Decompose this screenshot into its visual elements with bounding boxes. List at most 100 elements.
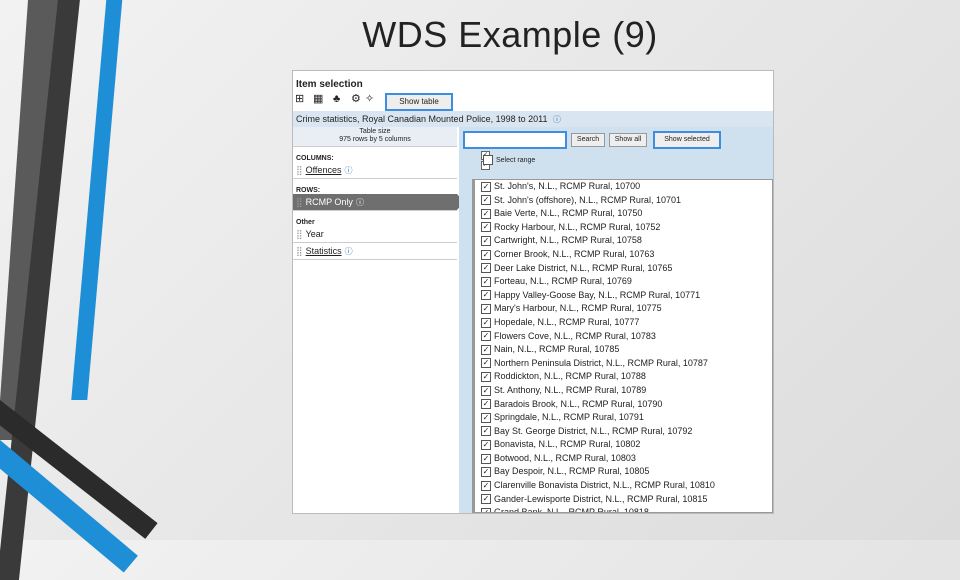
list-item[interactable]: ✓ Rocky Harbour, N.L., RCMP Rural, 10752 xyxy=(473,221,772,235)
checkbox[interactable]: ✓ xyxy=(481,467,491,478)
checkbox[interactable]: ✓ xyxy=(481,208,491,219)
star-icon[interactable]: ✧ xyxy=(365,93,377,105)
dimension-rcmp-only[interactable]: ⣿ RCMP Only ⓘ xyxy=(293,194,464,211)
checkbox[interactable]: ✓ xyxy=(481,290,491,301)
checkbox[interactable]: ✓ xyxy=(481,412,491,423)
dimension-panel: Table size 975 rows by 5 columns COLUMNS… xyxy=(293,127,464,513)
drag-handle-icon[interactable]: ⣿ xyxy=(296,197,303,207)
checkbox[interactable]: ✓ xyxy=(481,303,491,314)
decor-stripe xyxy=(71,0,124,400)
checkbox[interactable]: ✓ xyxy=(481,480,491,491)
checkbox[interactable]: ✓ xyxy=(481,507,491,512)
list-item[interactable]: ✓ Nain, N.L., RCMP Rural, 10785 xyxy=(473,343,772,357)
settings-icon[interactable]: ⚙ xyxy=(351,93,363,105)
list-item[interactable]: ✓ Roddickton, N.L., RCMP Rural, 10788 xyxy=(473,370,772,384)
list-item[interactable]: ✓ Bay Despoir, N.L., RCMP Rural, 10805 xyxy=(473,465,772,479)
list-item-label: Gander-Lewisporte District, N.L., RCMP R… xyxy=(494,493,708,504)
wds-screenshot: Item selection ⊞ ▦ ♣ ⚙ ✧ Show table Crim… xyxy=(292,70,774,514)
list-item-label: Happy Valley-Goose Bay, N.L., RCMP Rural… xyxy=(494,289,701,300)
list-item-label: Baie Verte, N.L., RCMP Rural, 10750 xyxy=(494,208,643,219)
slide-title: WDS Example (9) xyxy=(362,14,658,55)
chart-icon[interactable]: ♣ xyxy=(333,93,345,105)
list-item[interactable]: ✓ Forteau, N.L., RCMP Rural, 10769 xyxy=(473,275,772,289)
list-item-label: Cartwright, N.L., RCMP Rural, 10758 xyxy=(494,235,642,246)
table-icon[interactable]: ▦ xyxy=(313,93,325,105)
list-item-label: Corner Brook, N.L., RCMP Rural, 10763 xyxy=(494,248,655,259)
drag-handle-icon[interactable]: ⣿ xyxy=(296,246,303,256)
list-item[interactable]: ✓ Flowers Cove, N.L., RCMP Rural, 10783 xyxy=(473,330,772,344)
dimension-statistics[interactable]: ⣿ Statistics ⓘ xyxy=(293,243,457,260)
checkbox[interactable]: ✓ xyxy=(481,439,491,450)
show-selected-button[interactable]: Show selected xyxy=(653,131,721,149)
list-item[interactable]: ✓ Happy Valley-Goose Bay, N.L., RCMP Rura… xyxy=(473,289,772,303)
search-button[interactable]: Search xyxy=(571,133,605,147)
show-table-button[interactable]: Show table xyxy=(385,93,453,111)
list-item[interactable]: ✓ Corner Brook, N.L., RCMP Rural, 10763 xyxy=(473,248,772,262)
list-item-label: Bonavista, N.L., RCMP Rural, 10802 xyxy=(494,439,641,450)
info-icon[interactable]: ⓘ xyxy=(553,115,561,124)
member-list[interactable]: ✓ St. John's, N.L., RCMP Rural, 10700 ✓ St.… xyxy=(472,179,773,513)
list-item[interactable]: ✓ Baie Verte, N.L., RCMP Rural, 10750 xyxy=(473,207,772,221)
list-item-label: Clarenville Bonavista District, N.L., RC… xyxy=(494,480,715,491)
checkbox[interactable]: ✓ xyxy=(481,195,491,206)
list-item[interactable]: ✓ Gander-Lewisporte District, N.L., RCMP … xyxy=(473,493,772,507)
list-item-label: Northern Peninsula District, N.L., RCMP … xyxy=(494,357,708,368)
checkbox[interactable]: ✓ xyxy=(481,236,491,246)
list-item[interactable]: ✓ Cartwright, N.L., RCMP Rural, 10758 xyxy=(473,234,772,248)
member-panel: Search Show all Show selected ✓ ✗ Select… xyxy=(459,127,773,513)
list-item[interactable]: ✓ Baradois Brook, N.L., RCMP Rural, 10790 xyxy=(473,398,772,412)
dimension-year[interactable]: ⣿ Year xyxy=(293,226,457,243)
tree-icon[interactable]: ⊞ xyxy=(295,93,307,105)
dimension-offences[interactable]: ⣿ Offences ⓘ xyxy=(293,162,457,179)
list-item-label: Roddickton, N.L., RCMP Rural, 10788 xyxy=(494,371,646,382)
checkbox[interactable] xyxy=(483,155,493,165)
list-item[interactable]: ✓ Bay St. George District, N.L., RCMP Rur… xyxy=(473,425,772,439)
dimension-label: Offences xyxy=(305,165,342,175)
list-item[interactable]: ✓ Grand Bank, N.L., RCMP Rural, 10818 xyxy=(473,506,772,513)
list-item-label: Springdale, N.L., RCMP Rural, 10791 xyxy=(494,412,644,423)
select-range[interactable]: Select range xyxy=(483,155,535,165)
info-icon[interactable]: ⓘ xyxy=(344,166,352,175)
list-item[interactable]: ✓ Mary's Harbour, N.L., RCMP Rural, 10775 xyxy=(473,302,772,316)
checkbox[interactable]: ✓ xyxy=(481,453,491,464)
checkbox[interactable]: ✓ xyxy=(481,276,491,287)
checkbox[interactable]: ✓ xyxy=(481,426,491,437)
rows-label: ROWS: xyxy=(296,187,321,194)
checkbox[interactable]: ✓ xyxy=(481,399,491,410)
list-item[interactable]: ✓ Hopedale, N.L., RCMP Rural, 10777 xyxy=(473,316,772,330)
select-range-label: Select range xyxy=(496,156,536,164)
list-item-label: Baradois Brook, N.L., RCMP Rural, 10790 xyxy=(494,398,663,409)
checkbox[interactable]: ✓ xyxy=(481,358,491,369)
checkbox[interactable]: ✓ xyxy=(481,344,491,355)
toolbar: ⊞ ▦ ♣ ⚙ ✧ xyxy=(293,93,773,109)
checkbox[interactable]: ✓ xyxy=(481,371,491,382)
list-item-label: Grand Bank, N.L., RCMP Rural, 10818 xyxy=(494,507,649,513)
checkbox[interactable]: ✓ xyxy=(481,494,491,505)
list-item[interactable]: ✓ Springdale, N.L., RCMP Rural, 10791 xyxy=(473,411,772,425)
checkbox[interactable]: ✓ xyxy=(481,385,491,396)
checkbox[interactable]: ✓ xyxy=(481,222,491,233)
list-item[interactable]: ✓ Botwood, N.L., RCMP Rural, 10803 xyxy=(473,452,772,466)
checkbox[interactable]: ✓ xyxy=(481,181,491,192)
tree-line xyxy=(473,180,475,512)
checkbox[interactable]: ✓ xyxy=(481,331,491,342)
list-item[interactable]: ✓ Northern Peninsula District, N.L., RCMP… xyxy=(473,357,772,371)
list-item[interactable]: ✓ St. Anthony, N.L., RCMP Rural, 10789 xyxy=(473,384,772,398)
checkbox[interactable]: ✓ xyxy=(481,263,491,274)
show-all-button[interactable]: Show all xyxy=(609,133,647,147)
list-item[interactable]: ✓ Clarenville Bonavista District, N.L., R… xyxy=(473,479,772,493)
drag-handle-icon[interactable]: ⣿ xyxy=(296,229,303,239)
list-item[interactable]: ✓ St. John's (offshore), N.L., RCMP Rural… xyxy=(473,194,772,208)
info-icon[interactable]: ⓘ xyxy=(356,198,364,207)
item-selection-title: Item selection xyxy=(296,79,363,90)
list-item[interactable]: ✓ Bonavista, N.L., RCMP Rural, 10802 xyxy=(473,438,772,452)
checkbox[interactable]: ✓ xyxy=(481,317,491,328)
info-icon[interactable]: ⓘ xyxy=(345,247,353,256)
checkbox[interactable]: ✓ xyxy=(481,249,491,260)
list-item[interactable]: ✓ St. John's, N.L., RCMP Rural, 10700 xyxy=(473,180,772,194)
search-input[interactable] xyxy=(463,131,567,149)
drag-handle-icon[interactable]: ⣿ xyxy=(296,165,303,175)
list-item[interactable]: ✓ Deer Lake District, N.L., RCMP Rural, 1… xyxy=(473,262,772,276)
list-item-label: Bay St. George District, N.L., RCMP Rura… xyxy=(494,425,693,436)
dimension-label: RCMP Only xyxy=(305,197,353,207)
